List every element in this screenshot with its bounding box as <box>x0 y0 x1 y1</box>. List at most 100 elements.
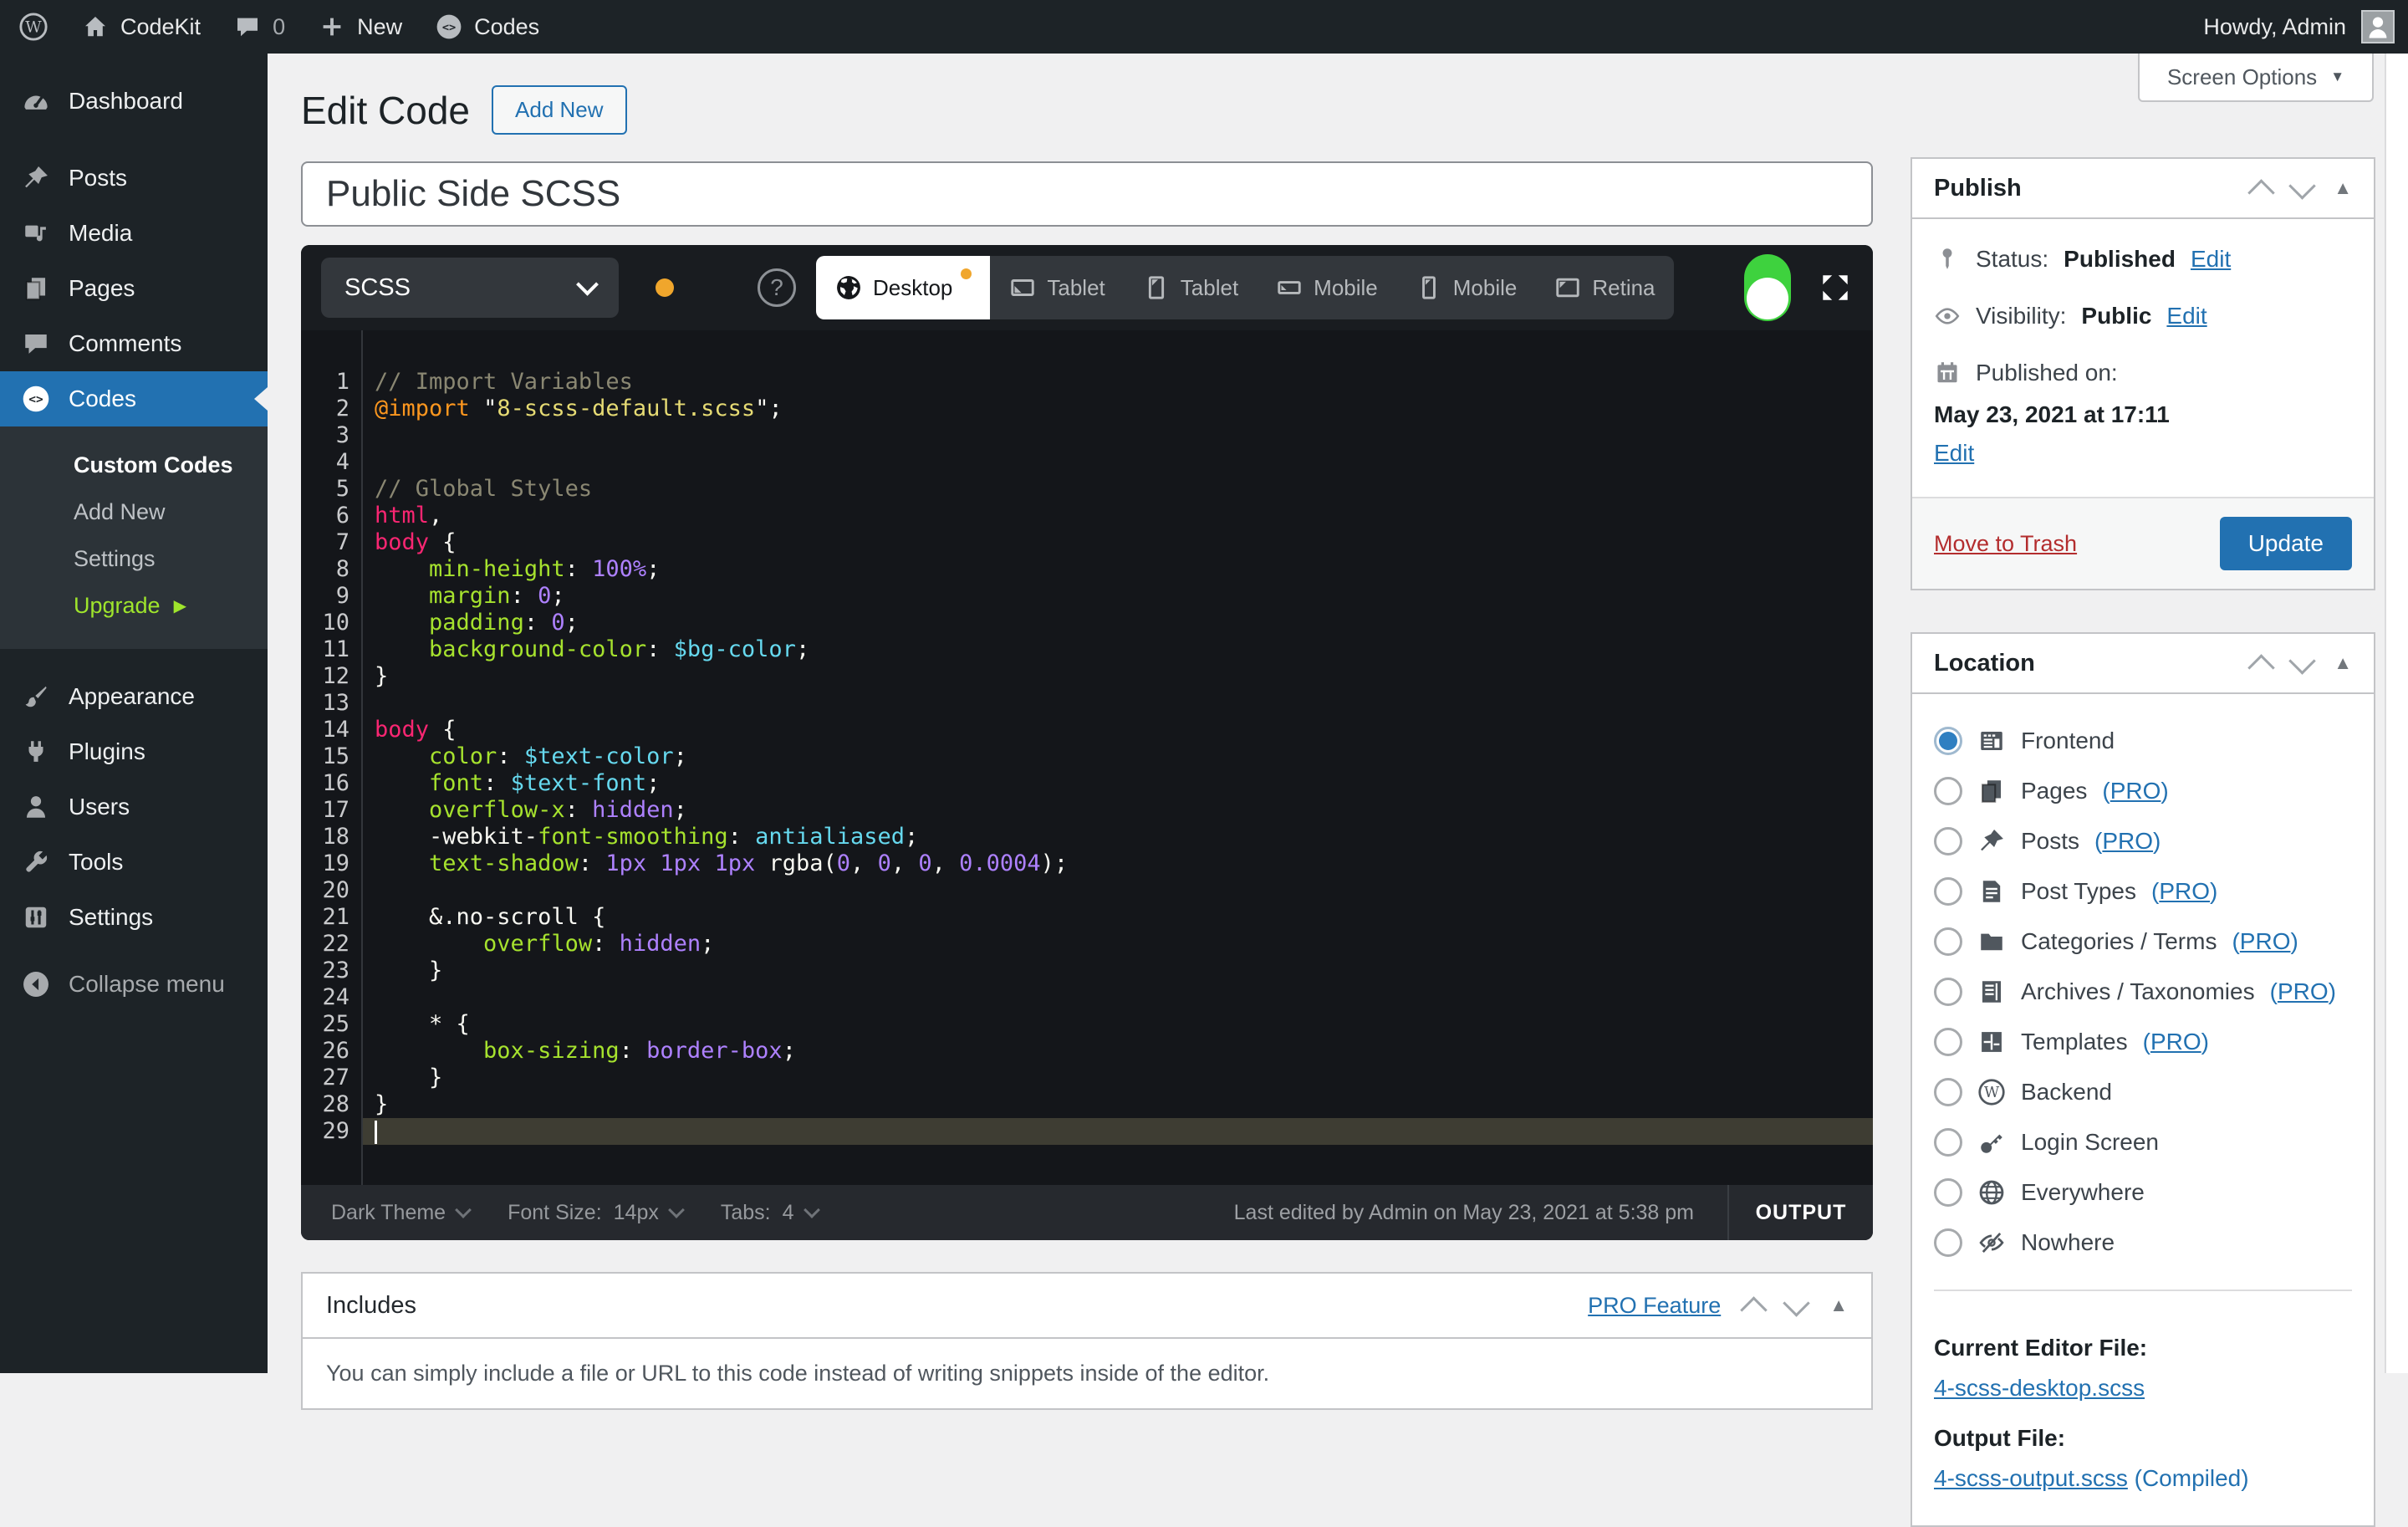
add-new-button[interactable]: Add New <box>492 85 627 135</box>
collapse-toggle-icon[interactable]: ▲ <box>2334 654 2352 672</box>
radio-everywhere[interactable] <box>1934 1178 1962 1207</box>
location-option-everywhere[interactable]: Everywhere <box>1934 1167 2352 1218</box>
location-option-backend[interactable]: W Backend <box>1934 1067 2352 1117</box>
pro-link[interactable]: (PRO) <box>2102 778 2168 804</box>
radio-frontend[interactable] <box>1934 727 1962 755</box>
pro-link[interactable]: (PRO) <box>2143 1029 2209 1055</box>
publish-header[interactable]: Publish ▲ <box>1912 159 2374 219</box>
radio-archives-taxonomies[interactable] <box>1934 978 1962 1006</box>
code-line-19[interactable]: 19 text-shadow: 1px 1px 1px rgba(0, 0, 0… <box>301 850 1873 877</box>
adminbar-site-link[interactable]: CodeKit <box>82 13 201 40</box>
pro-link[interactable]: (PRO) <box>2270 978 2336 1005</box>
code-line-26[interactable]: 26 box-sizing: border-box; <box>301 1038 1873 1065</box>
move-to-trash-link[interactable]: Move to Trash <box>1934 531 2077 557</box>
code-line-28[interactable]: 28} <box>301 1091 1873 1118</box>
code-title-input[interactable] <box>324 172 1849 216</box>
sidebar-item-posts[interactable]: Posts <box>0 151 268 206</box>
collapse-toggle-icon[interactable]: ▲ <box>1829 1296 1848 1315</box>
enable-toggle[interactable] <box>1744 254 1791 321</box>
submenu-item-upgrade[interactable]: Upgrade ▶ <box>0 582 268 629</box>
radio-templates[interactable] <box>1934 1028 1962 1056</box>
code-line-27[interactable]: 27 } <box>301 1065 1873 1091</box>
font-size-select[interactable]: Font Size: 14px <box>508 1201 685 1225</box>
code-line-17[interactable]: 17 overflow-x: hidden; <box>301 797 1873 824</box>
adminbar-comments[interactable]: 0 <box>234 13 285 40</box>
location-option-archives-taxonomies[interactable]: Archives / Taxonomies (PRO) <box>1934 967 2352 1017</box>
submenu-item-add-new[interactable]: Add New <box>0 488 268 535</box>
move-down-icon[interactable] <box>2288 171 2316 200</box>
code-line-13[interactable]: 13 <box>301 690 1873 717</box>
location-header[interactable]: Location ▲ <box>1912 634 2374 694</box>
sidebar-item-collapse-menu[interactable]: Collapse menu <box>0 957 268 1012</box>
submenu-item-custom-codes[interactable]: Custom Codes <box>0 442 268 488</box>
device-tab-retina-5[interactable]: Retina <box>1535 256 1673 319</box>
sidebar-item-dashboard[interactable]: Dashboard <box>0 74 268 129</box>
update-button[interactable]: Update <box>2219 517 2352 570</box>
sidebar-item-pages[interactable]: Pages <box>0 261 268 316</box>
location-option-templates[interactable]: Templates (PRO) <box>1934 1017 2352 1067</box>
sidebar-item-plugins[interactable]: Plugins <box>0 724 268 779</box>
code-line-6[interactable]: 6 html, <box>301 503 1873 529</box>
radio-pages[interactable] <box>1934 777 1962 805</box>
code-line-10[interactable]: 10 padding: 0; <box>301 610 1873 636</box>
pro-link[interactable]: (PRO) <box>2232 928 2298 955</box>
location-option-login-screen[interactable]: Login Screen <box>1934 1117 2352 1167</box>
sidebar-item-codes[interactable]: <> Codes <box>0 371 268 426</box>
adminbar-codes[interactable]: <> Codes <box>436 13 539 40</box>
location-option-post-types[interactable]: Post Types (PRO) <box>1934 866 2352 917</box>
fullscreen-icon[interactable] <box>1818 270 1853 305</box>
radio-post-types[interactable] <box>1934 877 1962 906</box>
move-up-icon[interactable] <box>2247 653 2275 682</box>
code-line-12[interactable]: 12} <box>301 663 1873 690</box>
pro-link[interactable]: (PRO) <box>2151 878 2217 905</box>
device-tab-mobile-4[interactable]: Mobile <box>1396 256 1536 319</box>
current-file-link[interactable]: 4-scss-desktop.scss <box>1934 1375 2145 1402</box>
edit-visibility-link[interactable]: Edit <box>2166 303 2206 329</box>
device-tab-tablet-1[interactable]: Tablet <box>990 256 1123 319</box>
move-down-icon[interactable] <box>2288 646 2316 675</box>
avatar[interactable] <box>2361 10 2395 43</box>
code-line-1[interactable]: 1 // Import Variables <box>301 369 1873 396</box>
help-button[interactable]: ? <box>758 268 796 307</box>
code-line-22[interactable]: 22 overflow: hidden; <box>301 931 1873 958</box>
edit-published-link[interactable]: Edit <box>1934 440 1974 466</box>
pro-link[interactable]: (PRO) <box>2094 828 2161 855</box>
sidebar-item-appearance[interactable]: Appearance <box>0 669 268 724</box>
move-up-icon[interactable] <box>2247 178 2275 207</box>
code-line-21[interactable]: 21 &.no-scroll { <box>301 904 1873 931</box>
radio-login-screen[interactable] <box>1934 1128 1962 1157</box>
edit-status-link[interactable]: Edit <box>2191 246 2231 273</box>
code-line-9[interactable]: 9 margin: 0; <box>301 583 1873 610</box>
code-line-16[interactable]: 16 font: $text-font; <box>301 770 1873 797</box>
includes-header[interactable]: Includes PRO Feature ▲ <box>303 1274 1871 1339</box>
radio-posts[interactable] <box>1934 827 1962 855</box>
howdy-text[interactable]: Howdy, Admin <box>2203 14 2346 40</box>
sidebar-item-tools[interactable]: Tools <box>0 835 268 890</box>
move-up-icon[interactable] <box>1740 1295 1768 1324</box>
output-button[interactable]: OUTPUT <box>1727 1185 1873 1240</box>
wordpress-logo-icon[interactable]: W <box>18 12 48 42</box>
code-line-4[interactable]: 4 <box>301 449 1873 476</box>
code-line-2[interactable]: 2 @import "8-scss-default.scss"; <box>301 396 1873 422</box>
sidebar-item-comments[interactable]: Comments <box>0 316 268 371</box>
sidebar-item-settings[interactable]: Settings <box>0 890 268 945</box>
adminbar-new[interactable]: New <box>319 13 402 40</box>
theme-select[interactable]: Dark Theme <box>331 1201 472 1225</box>
location-option-categories-terms[interactable]: Categories / Terms (PRO) <box>1934 917 2352 967</box>
sidebar-item-media[interactable]: Media <box>0 206 268 261</box>
code-line-15[interactable]: 15 color: $text-color; <box>301 743 1873 770</box>
device-tab-desktop-0[interactable]: Desktop <box>816 256 991 319</box>
code-line-7[interactable]: 7 body { <box>301 529 1873 556</box>
device-tab-tablet-2[interactable]: Tablet <box>1124 256 1257 319</box>
code-line-24[interactable]: 24 <box>301 984 1873 1011</box>
radio-categories-terms[interactable] <box>1934 927 1962 956</box>
code-line-3[interactable]: 3 <box>301 422 1873 449</box>
radio-nowhere[interactable] <box>1934 1228 1962 1257</box>
tabs-select[interactable]: Tabs: 4 <box>721 1201 820 1225</box>
code-line-14[interactable]: 14 body { <box>301 717 1873 743</box>
code-line-11[interactable]: 11 background-color: $bg-color; <box>301 636 1873 663</box>
sidebar-item-users[interactable]: Users <box>0 779 268 835</box>
device-tab-mobile-3[interactable]: Mobile <box>1257 256 1396 319</box>
code-line-29[interactable]: 29 <box>301 1118 1873 1145</box>
submenu-item-settings[interactable]: Settings <box>0 535 268 582</box>
